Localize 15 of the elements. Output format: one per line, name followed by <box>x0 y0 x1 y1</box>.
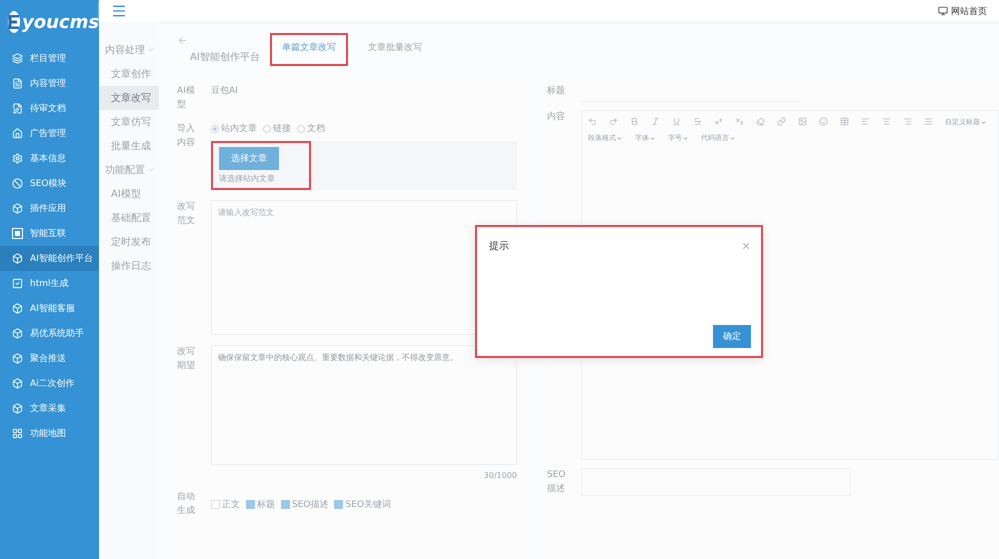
field-label: 自动生成 <box>177 490 196 518</box>
ai-model-value: 豆包AI <box>211 84 238 98</box>
field-label: 标题 <box>547 84 566 98</box>
field-label: 改写期望 <box>177 346 196 373</box>
field-label: 内容 <box>547 110 566 124</box>
field-label: 导入内容 <box>177 122 196 150</box>
page-title: AI智能创作平台 <box>190 50 260 64</box>
field-label: 改写范文 <box>177 200 196 228</box>
dialog-title: 提示 <box>489 240 509 253</box>
field-label: SEO描述 <box>547 469 566 496</box>
picker-hint: 请选择站内文章 <box>219 173 276 184</box>
field-label: AI模型 <box>177 84 196 112</box>
logo-text: youcms <box>22 12 100 32</box>
site-home-text: 网站首页 <box>951 6 987 18</box>
char-counter: 30/1000 <box>484 471 517 480</box>
